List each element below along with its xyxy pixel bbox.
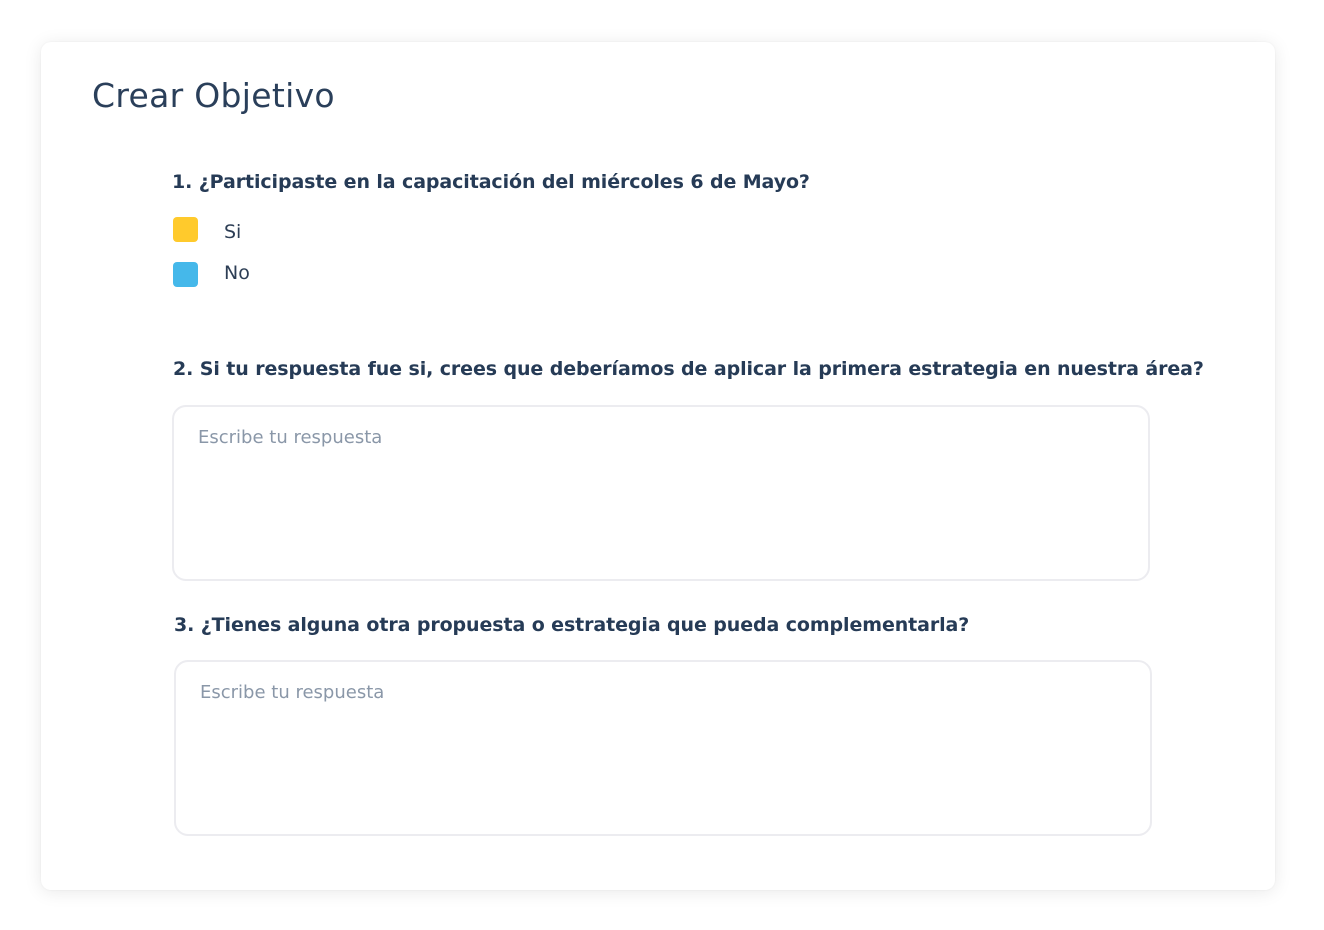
answer-2-textarea[interactable] — [172, 405, 1150, 581]
answer-3-textarea[interactable] — [174, 660, 1152, 836]
option-si-label: Si — [224, 221, 242, 243]
question-3-label: 3. ¿Tienes alguna otra propuesta o estra… — [174, 614, 970, 636]
option-no[interactable]: No — [173, 262, 250, 287]
option-si[interactable]: Si — [173, 215, 241, 243]
option-no-label: No — [224, 261, 250, 284]
question-2-label: 2. Si tu respuesta fue si, crees que deb… — [173, 358, 1204, 380]
page-title: Crear Objetivo — [92, 76, 335, 115]
question-1-label: 1. ¿Participaste en la capacitación del … — [172, 171, 810, 193]
option-si-checkbox[interactable] — [173, 216, 198, 242]
option-no-checkbox[interactable] — [173, 262, 198, 287]
create-objective-card: Crear Objetivo 1. ¿Participaste en la ca… — [41, 42, 1275, 890]
